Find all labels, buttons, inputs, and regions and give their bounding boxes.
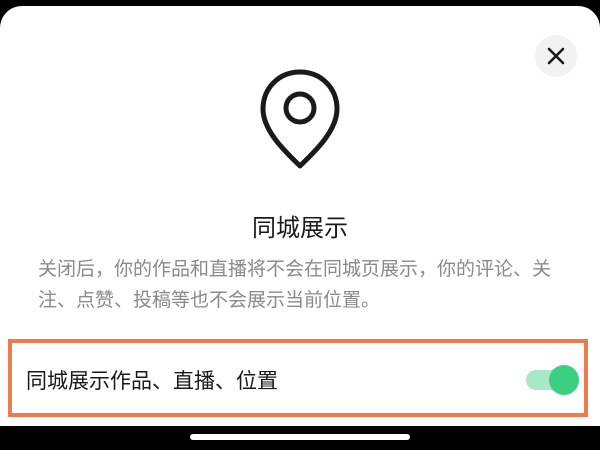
sheet-description: 关闭后，你的作品和直播将不会在同城页展示，你的评论、关注、点赞、投稿等也不会展示… [38, 258, 552, 311]
nearby-display-setting-row: 同城展示作品、直播、位置 [8, 339, 588, 417]
setting-label: 同城展示作品、直播、位置 [26, 369, 278, 393]
home-indicator [190, 434, 410, 440]
sheet-title: 同城展示 [252, 214, 348, 242]
nearby-display-toggle[interactable] [518, 363, 579, 395]
close-icon [547, 47, 565, 65]
location-pin-icon [260, 69, 340, 169]
close-button[interactable] [535, 35, 577, 77]
toggle-knob [549, 365, 579, 395]
bottom-sheet: 同城展示 关闭后，你的作品和直播将不会在同城页展示，你的评论、关注、点赞、投稿等… [0, 6, 600, 426]
